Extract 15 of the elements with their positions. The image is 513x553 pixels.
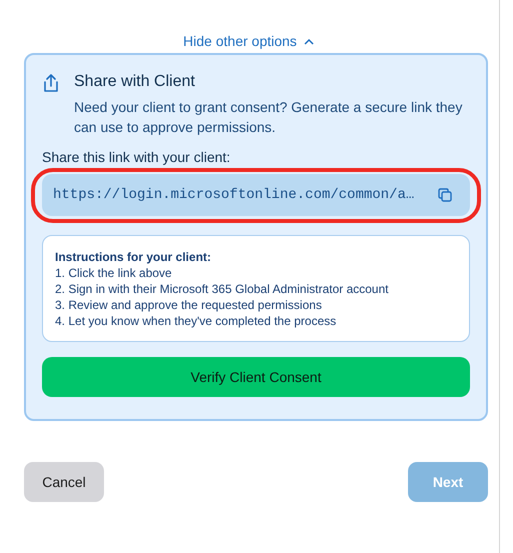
instructions-heading: Instructions for your client: [55,249,212,265]
link-field[interactable]: https://login.microsoftonline.com/common/a… [42,174,470,216]
link-label: Share this link with your client: [42,148,232,166]
verify-button[interactable]: Verify Client Consent [42,357,470,397]
card-title: Share with Client [74,72,196,92]
instruction-step: 4. Let you know when they've completed the process [55,313,457,329]
copy-button[interactable] [438,188,452,202]
hide-options-link[interactable]: Hide other options [183,32,314,50]
instruction-step: 1. Click the link above [55,265,457,281]
instruction-step: 3. Review and approve the requested permissions [55,297,457,313]
share-icon [42,73,60,93]
cancel-button[interactable]: Cancel [24,462,104,502]
card-description: Need your client to grant consent? Generate a secure link they can use to approve permissions. [74,98,464,137]
copy-icon [438,188,452,202]
instruction-step: 2. Sign in with their Microsoft 365 Global Administrator account [55,281,457,297]
